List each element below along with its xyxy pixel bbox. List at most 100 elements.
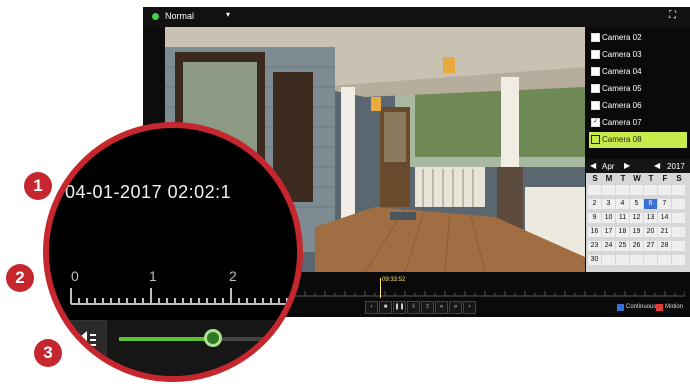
calendar-day xyxy=(630,185,643,195)
calendar-day xyxy=(672,199,685,209)
osd-datetime: 04-01-2017 02:02:1 xyxy=(65,182,232,202)
camera-label: Camera 07 xyxy=(602,118,642,127)
download-icon[interactable]: ⇩ xyxy=(407,301,420,314)
calendar-day[interactable]: 21 xyxy=(658,227,671,237)
top-bar: Normal ▾ ⛶ xyxy=(143,7,690,27)
scale-label: 1 xyxy=(149,268,157,284)
prev-month-icon[interactable]: ◀ xyxy=(590,161,596,170)
next-month-icon[interactable]: ▶ xyxy=(624,161,630,170)
legend-label: Continuous xyxy=(626,304,657,310)
legend-swatch-motion xyxy=(656,304,663,311)
calendar-day xyxy=(616,185,629,195)
volume-fill xyxy=(119,337,213,341)
weekday-label: T xyxy=(648,174,654,183)
camera-item[interactable]: Camera 03 xyxy=(589,47,687,63)
calendar-day[interactable]: 4 xyxy=(616,199,629,209)
calendar-day[interactable]: 18 xyxy=(616,227,629,237)
stop-icon[interactable]: ■ xyxy=(379,301,392,314)
calendar-day[interactable]: 19 xyxy=(630,227,643,237)
checkbox-icon[interactable] xyxy=(591,67,600,77)
calendar: ◀ Apr ▶ ◀ 2017 S M T W T F S 2 3 4 5 6 7 9 10 11… xyxy=(586,159,690,272)
checkbox-icon[interactable] xyxy=(591,135,600,145)
camera-item[interactable]: Camera 05 xyxy=(589,81,687,97)
calendar-day[interactable]: 26 xyxy=(630,241,643,251)
calendar-day[interactable]: 9 xyxy=(588,213,601,223)
calendar-day xyxy=(672,185,685,195)
calendar-day[interactable]: 17 xyxy=(602,227,615,237)
camera-label: Camera 03 xyxy=(602,50,642,59)
calendar-day[interactable]: 30 xyxy=(588,255,601,265)
calendar-day[interactable]: 11 xyxy=(616,213,629,223)
calendar-day[interactable]: 24 xyxy=(602,241,615,251)
calendar-day[interactable]: 10 xyxy=(602,213,615,223)
checkbox-icon[interactable] xyxy=(591,101,600,111)
calendar-year: 2017 xyxy=(667,162,685,171)
callout-badge: 3 xyxy=(34,339,62,367)
calendar-day[interactable]: 25 xyxy=(616,241,629,251)
camera-item[interactable]: ✓ Camera 07 xyxy=(589,115,687,131)
calendar-header: ◀ Apr ▶ ◀ 2017 xyxy=(586,159,690,173)
checkbox-icon[interactable] xyxy=(591,33,600,43)
camera-item[interactable]: Camera 06 xyxy=(589,98,687,114)
calendar-day xyxy=(602,185,615,195)
mode-dropdown-label[interactable]: Normal xyxy=(165,11,194,21)
zoomed-scale-ticks xyxy=(70,288,297,305)
chevron-down-icon[interactable]: ▾ xyxy=(226,10,230,19)
scale-label: 2 xyxy=(229,268,237,284)
weekday-label: F xyxy=(662,174,668,183)
slow-forward-icon[interactable]: « xyxy=(435,301,448,314)
calendar-day xyxy=(658,255,671,265)
checkbox-checked-icon[interactable]: ✓ xyxy=(591,118,600,128)
upload-icon[interactable]: ⇧ xyxy=(421,301,434,314)
audio-control-bar xyxy=(49,320,297,376)
calendar-day[interactable]: 23 xyxy=(588,241,601,251)
camera-item[interactable]: Camera 04 xyxy=(589,64,687,80)
calendar-day[interactable]: 20 xyxy=(644,227,657,237)
zoomed-timeline: 0 1 2 xyxy=(49,264,297,318)
calendar-day[interactable]: 28 xyxy=(658,241,671,251)
camera-label: Camera 02 xyxy=(602,33,642,42)
calendar-day[interactable]: 13 xyxy=(644,213,657,223)
calendar-day xyxy=(672,213,685,223)
prev-year-icon[interactable]: ◀ xyxy=(654,161,660,170)
fullscreen-icon[interactable]: ⛶ xyxy=(669,10,676,21)
camera-item-selected[interactable]: Camera 08 xyxy=(589,132,687,148)
calendar-day[interactable]: 3 xyxy=(602,199,615,209)
magnifier-callout: 04-01-2017 02:02:1 0 1 2 xyxy=(43,122,303,382)
camera-label: Camera 06 xyxy=(602,101,642,110)
legend-label: Motion xyxy=(665,304,684,310)
status-dot-icon xyxy=(152,13,159,20)
pause-icon[interactable]: ❚❚ xyxy=(393,301,406,314)
calendar-day xyxy=(616,255,629,265)
checkbox-icon[interactable] xyxy=(591,50,600,60)
checkbox-icon[interactable] xyxy=(591,84,600,94)
callout-badge: 1 xyxy=(24,172,52,200)
calendar-day xyxy=(658,185,671,195)
speaker-icon xyxy=(76,331,96,349)
fast-forward-icon[interactable]: » xyxy=(449,301,462,314)
volume-button[interactable] xyxy=(65,320,107,360)
calendar-day xyxy=(588,185,601,195)
calendar-day[interactable]: 16 xyxy=(588,227,601,237)
calendar-day[interactable]: 27 xyxy=(644,241,657,251)
calendar-day[interactable]: 5 xyxy=(630,199,643,209)
calendar-day[interactable]: 14 xyxy=(658,213,671,223)
calendar-day[interactable]: 2 xyxy=(588,199,601,209)
calendar-day xyxy=(672,241,685,251)
timeline-cursor[interactable] xyxy=(380,278,381,298)
weekday-label: T xyxy=(620,174,626,183)
calendar-day xyxy=(602,255,615,265)
calendar-day[interactable]: 7 xyxy=(658,199,671,209)
weekday-label: S xyxy=(676,174,682,183)
calendar-day[interactable]: 12 xyxy=(630,213,643,223)
camera-label: Camera 05 xyxy=(602,84,642,93)
reverse-icon[interactable]: ‹ xyxy=(365,301,378,314)
volume-slider-knob[interactable] xyxy=(203,329,222,347)
camera-item[interactable]: Camera 02 xyxy=(589,30,687,46)
weekday-label: M xyxy=(605,174,613,183)
camera-list: Camera 02 Camera 03 Camera 04 Camera 05 … xyxy=(586,27,690,161)
calendar-day[interactable]: 6 xyxy=(644,199,657,209)
calendar-day xyxy=(672,255,685,265)
play-icon[interactable]: › xyxy=(463,301,476,314)
scale-label: 0 xyxy=(71,268,79,284)
